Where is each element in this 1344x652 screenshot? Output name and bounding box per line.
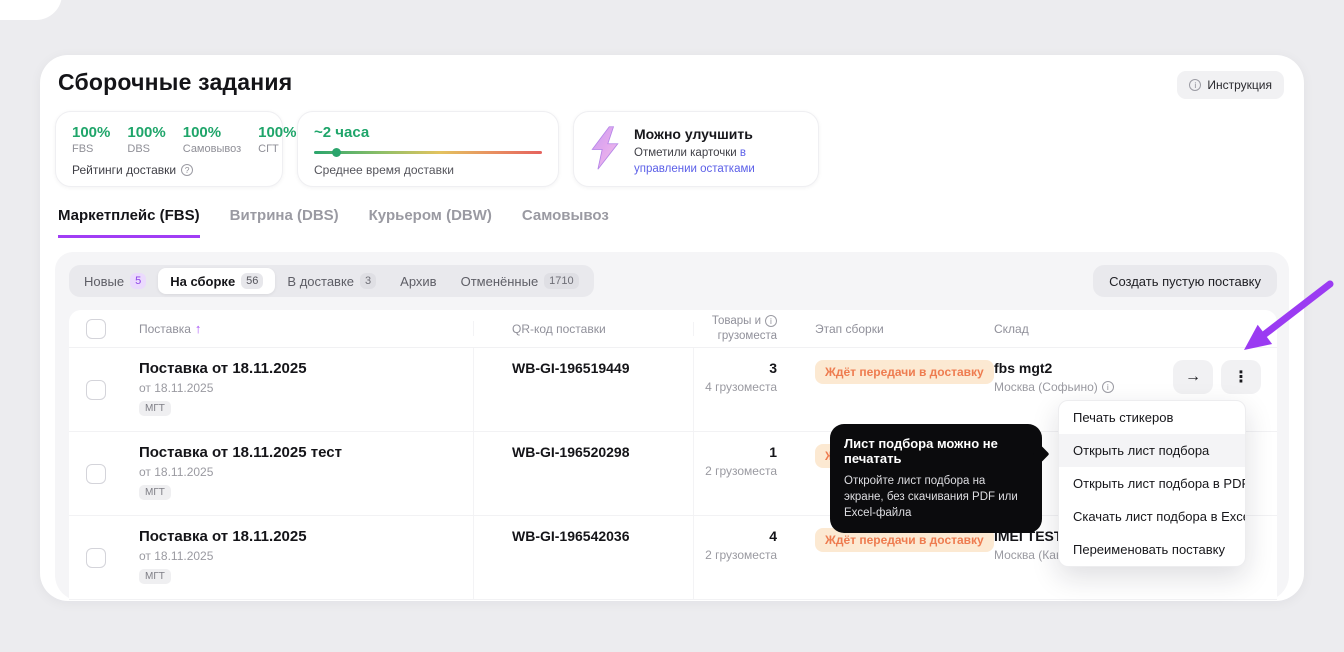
tab-courier-dbw[interactable]: Курьером (DBW) bbox=[369, 207, 492, 238]
warehouse-city: Москва (Софьино) bbox=[994, 380, 1098, 394]
subtab-new[interactable]: Новые 5 bbox=[72, 268, 158, 294]
info-icon: i bbox=[1189, 79, 1202, 91]
ratings-grid: 100% FBS 100% DBS 100% Самовывоз 100% СГ… bbox=[72, 124, 297, 155]
supply-title[interactable]: Поставка от 18.11.2025 bbox=[139, 360, 473, 377]
cargo-count: 2 грузоместа bbox=[705, 548, 777, 562]
subtab-cancelled[interactable]: Отменённые 1710 bbox=[449, 268, 591, 294]
annotation-arrow bbox=[1230, 276, 1344, 373]
delivery-time-value: ~2 часа bbox=[314, 124, 370, 141]
tab-marketplace-fbs[interactable]: Маркетплейс (FBS) bbox=[58, 207, 200, 238]
header-stage: Этап сборки bbox=[815, 321, 884, 336]
row-context-menu: Печать стикеров Открыть лист подбора Отк… bbox=[1058, 400, 1246, 567]
instruction-label: Инструкция bbox=[1207, 78, 1272, 92]
delivery-time-gauge bbox=[314, 148, 542, 157]
table-header: Поставка ↑ QR-код поставки Товары и i гру… bbox=[69, 310, 1277, 348]
count-badge: 1710 bbox=[544, 273, 579, 289]
delivery-time-label: Среднее время доставки bbox=[314, 163, 454, 177]
supply-title[interactable]: Поставка от 18.11.2025 тест bbox=[139, 444, 473, 461]
sort-asc-icon[interactable]: ↑ bbox=[195, 321, 202, 336]
improve-text: Отметили карточки в управлении остатками bbox=[634, 147, 755, 175]
count-badge: 56 bbox=[241, 273, 264, 289]
lightning-icon bbox=[588, 125, 622, 176]
subtab-assembling[interactable]: На сборке 56 bbox=[158, 268, 276, 294]
menu-item-print-stickers[interactable]: Печать стикеров bbox=[1059, 401, 1245, 434]
background-card-corner bbox=[0, 0, 62, 20]
tooltip-title: Лист подбора можно не печатать bbox=[844, 436, 998, 466]
menu-item-download-picking-list-excel[interactable]: Скачать лист подбора в Excel bbox=[1059, 500, 1245, 533]
tab-pickup[interactable]: Самовывоз bbox=[522, 207, 609, 238]
ratings-footer: Рейтинги доставки ? bbox=[72, 163, 266, 177]
supply-tag: МГТ bbox=[139, 401, 171, 416]
improve-content: Можно улучшить Отметили карточки в управ… bbox=[634, 124, 786, 177]
row-checkbox[interactable] bbox=[86, 463, 106, 484]
header-goods: Товары и i грузоместа bbox=[711, 314, 777, 342]
rating-fbs: 100% FBS bbox=[72, 124, 111, 155]
cargo-count: 4 грузоместа bbox=[705, 380, 777, 394]
supply-date: от 18.11.2025 bbox=[139, 465, 214, 479]
info-icon[interactable]: i bbox=[1101, 381, 1114, 393]
supply-qr: WB-GI-196520298 bbox=[474, 432, 694, 515]
supply-date: от 18.11.2025 bbox=[139, 549, 214, 563]
goods-count: 1 bbox=[769, 444, 777, 460]
rating-pickup: 100% Самовывоз bbox=[182, 124, 242, 155]
status-badge: Ждёт передачи в доставку bbox=[815, 360, 994, 384]
status-filter-tabs: Новые 5 На сборке 56 В доставке 3 Архив … bbox=[69, 265, 594, 297]
improve-title: Можно улучшить bbox=[634, 126, 753, 142]
goods-count: 3 bbox=[769, 360, 777, 376]
count-badge: 3 bbox=[360, 273, 377, 289]
rating-sgt: 100% СГТ bbox=[258, 124, 297, 155]
supply-qr: WB-GI-196519449 bbox=[474, 348, 694, 431]
stats-row: 100% FBS 100% DBS 100% Самовывоз 100% СГ… bbox=[55, 111, 819, 187]
warehouse-name: fbs mgt2 bbox=[994, 360, 1053, 376]
menu-item-open-picking-list[interactable]: Открыть лист подбора bbox=[1059, 434, 1245, 467]
supply-qr: WB-GI-196542036 bbox=[474, 516, 694, 599]
delivery-time-card: ~2 часа Среднее время доставки bbox=[297, 111, 559, 187]
goods-count: 4 bbox=[769, 528, 777, 544]
header-warehouse: Склад bbox=[994, 321, 1029, 336]
page-title: Сборочные задания bbox=[58, 69, 293, 95]
count-badge: 5 bbox=[130, 273, 147, 289]
row-checkbox[interactable] bbox=[86, 379, 106, 400]
rating-dbs: 100% DBS bbox=[127, 124, 166, 155]
menu-item-rename-supply[interactable]: Переименовать поставку bbox=[1059, 533, 1245, 566]
delivery-time-marker bbox=[332, 148, 342, 157]
delivery-ratings-card: 100% FBS 100% DBS 100% Самовывоз 100% СГ… bbox=[55, 111, 297, 187]
cargo-count: 2 грузоместа bbox=[705, 464, 777, 478]
tab-vitrina-dbs[interactable]: Витрина (DBS) bbox=[230, 207, 339, 238]
instruction-button[interactable]: i Инструкция bbox=[1177, 71, 1284, 99]
supply-date: от 18.11.2025 bbox=[139, 381, 214, 395]
supplies-toolbar: Новые 5 На сборке 56 В доставке 3 Архив … bbox=[69, 265, 1277, 297]
select-all-cell bbox=[69, 318, 123, 339]
header-qr: QR-код поставки bbox=[474, 321, 694, 336]
warehouse-city: Москва (Кав bbox=[994, 548, 1063, 562]
improve-card: Можно улучшить Отметили карточки в управ… bbox=[573, 111, 819, 187]
row-checkbox[interactable] bbox=[86, 547, 106, 568]
open-supply-button[interactable]: → bbox=[1173, 360, 1213, 394]
menu-item-open-picking-list-pdf[interactable]: Открыть лист подбора в PDF bbox=[1059, 467, 1245, 500]
picking-list-tooltip: Лист подбора можно не печатать Откройте … bbox=[830, 424, 1050, 534]
supply-tag: МГТ bbox=[139, 485, 171, 500]
tooltip-body: Откройте лист подбора на экране, без ска… bbox=[844, 475, 1018, 520]
subtab-in-delivery[interactable]: В доставке 3 bbox=[275, 268, 388, 294]
delivery-model-tabs: Маркетплейс (FBS) Витрина (DBS) Курьером… bbox=[58, 207, 609, 238]
arrow-right-icon: → bbox=[1185, 368, 1201, 385]
select-all-checkbox[interactable] bbox=[86, 318, 106, 339]
supply-title[interactable]: Поставка от 18.11.2025 bbox=[139, 528, 473, 545]
question-icon[interactable]: ? bbox=[181, 164, 194, 176]
subtab-archive[interactable]: Архив bbox=[388, 268, 448, 294]
info-icon[interactable]: i bbox=[765, 315, 777, 328]
supply-tag: МГТ bbox=[139, 569, 171, 584]
header-supply[interactable]: Поставка ↑ bbox=[123, 321, 474, 336]
